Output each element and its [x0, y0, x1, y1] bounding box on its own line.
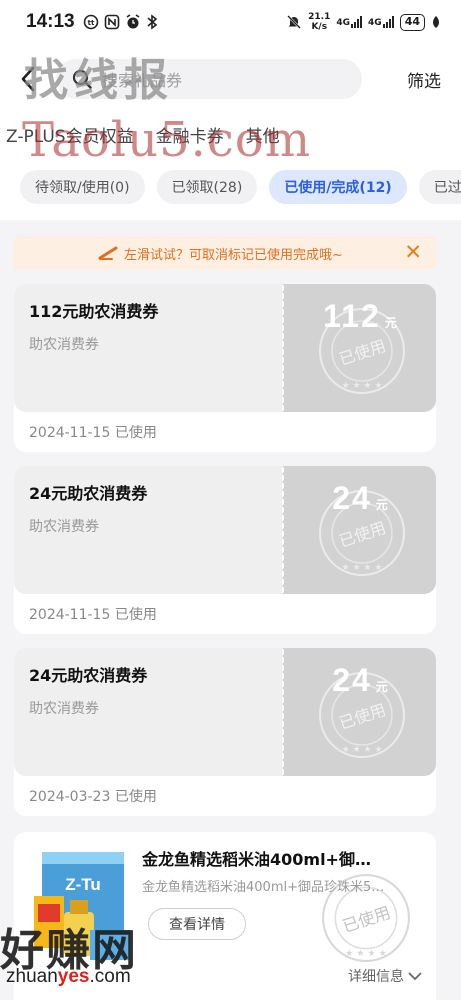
- chevron-left-icon: [21, 66, 35, 92]
- coupon-subtitle: 助农消费券: [29, 519, 99, 535]
- signal-1: 4G: [336, 16, 363, 28]
- category-tabs: Z-PLUS会员权益 金融卡券 其他: [0, 114, 461, 154]
- tab-finance-cards[interactable]: 金融卡券: [156, 122, 224, 147]
- svg-text:tt: tt: [87, 19, 94, 27]
- tab-other[interactable]: 其他: [246, 122, 280, 147]
- swipe-tip-banner: 左滑试试？可取消标记已使用完成哦~ ✕: [14, 236, 436, 270]
- search-input[interactable]: 搜索礼品券: [56, 59, 362, 99]
- coupon-subtitle: 助农消费券: [29, 701, 99, 717]
- coupon-date: 2024-11-15: [29, 607, 111, 623]
- status-right-icons: 21.1 K/s 4G 4G 44: [286, 12, 441, 32]
- top-header: 搜索礼品券 筛选: [0, 44, 461, 114]
- used-stamp-icon: 已使用 ★ ★ ★ ★: [319, 308, 405, 394]
- signal-bars-icon: [382, 16, 394, 28]
- coupon-footer: 2024-11-15 已使用: [29, 422, 157, 442]
- swipe-hint-icon: [98, 246, 118, 260]
- bluetooth-icon: [147, 14, 157, 30]
- coupon-card[interactable]: 112元助农消费券 助农消费券 112 元 已使用 ★ ★ ★ ★ 2024-11…: [14, 284, 436, 452]
- view-details-button[interactable]: 查看详情: [148, 908, 246, 940]
- stamp-text: 已使用: [337, 700, 389, 733]
- product-voucher-card[interactable]: Z-Tu 金龙鱼精选稻米油400ml+御… 金龙鱼精选稻米油400ml+御品珍珠…: [14, 832, 436, 1000]
- status-bar: 14:13 tt 21.1 K/s 4G 4G 44: [0, 0, 461, 44]
- coupon-status: 已使用: [114, 789, 157, 805]
- search-icon: [72, 69, 92, 89]
- stamp-text: 已使用: [340, 903, 393, 936]
- net-type-1: 4G: [336, 18, 351, 28]
- mute-bell-icon: [287, 15, 302, 29]
- tab-used-completed[interactable]: 已使用/完成(12): [269, 170, 407, 204]
- status-filter-tabs: 待领取/使用(0) 已领取(28) 已使用/完成(12) 已过: [0, 154, 461, 220]
- coupon-body: 24元助农消费券 助农消费券: [14, 466, 282, 594]
- notification-badge-icon: tt: [83, 14, 98, 30]
- coupon-title: 24元助农消费券: [29, 666, 148, 685]
- stamp-text: 已使用: [337, 518, 389, 551]
- detail-info-label: 详细信息: [348, 969, 404, 985]
- coupon-title: 112元助农消费券: [29, 302, 159, 321]
- product-title: 金龙鱼精选稻米油400ml+御…: [142, 850, 371, 869]
- status-time: 14:13: [26, 11, 75, 32]
- net-speed: 21.1 K/s: [308, 12, 330, 32]
- coupon-date: 2024-03-23: [29, 789, 111, 805]
- search-placeholder: 搜索礼品券: [102, 71, 183, 90]
- coupon-card[interactable]: 24元助农消费券 助农消费券 24 元 已使用 ★ ★ ★ ★ 2024-03-2…: [14, 648, 436, 816]
- coupon-perforation: [282, 648, 290, 776]
- coupon-footer: 2024-11-15 已使用: [29, 604, 157, 624]
- coupon-amount-panel: 24 元 已使用 ★ ★ ★ ★: [284, 466, 436, 594]
- coupon-footer: 2024-03-23 已使用: [29, 786, 157, 806]
- coupon-amount-panel: 24 元 已使用 ★ ★ ★ ★: [284, 648, 436, 776]
- filter-button[interactable]: 筛选: [407, 67, 441, 92]
- coupon-amount-panel: 112 元 已使用 ★ ★ ★ ★: [284, 284, 436, 412]
- coupon-subtitle: 助农消费券: [29, 337, 99, 353]
- net-speed-value: 21.1: [308, 12, 331, 22]
- battery-indicator: 44: [399, 13, 425, 31]
- tip-text: 左滑试试？可取消标记已使用完成哦~: [124, 247, 343, 263]
- coupon-title: 24元助农消费券: [29, 484, 148, 503]
- coupon-card[interactable]: 24元助农消费券 助农消费券 24 元 已使用 ★ ★ ★ ★ 2024-11-1…: [14, 466, 436, 634]
- svg-text:★ ★ ★ ★: ★ ★ ★ ★: [345, 948, 387, 959]
- chevron-down-icon: [408, 972, 422, 981]
- coupon-status: 已使用: [114, 607, 157, 623]
- net-type-2: 4G: [368, 18, 382, 28]
- tab-expired[interactable]: 已过: [418, 170, 461, 204]
- coupon-body: 24元助农消费券 助农消费券: [14, 648, 282, 776]
- coupon-status: 已使用: [114, 425, 157, 441]
- alarm-icon: [126, 14, 140, 29]
- product-box-brand: Z-Tu: [65, 875, 101, 894]
- coupon-body: 112元助农消费券 助农消费券: [14, 284, 282, 412]
- coupon-perforation: [282, 284, 290, 412]
- svg-text:★ ★ ★ ★: ★ ★ ★ ★: [342, 563, 383, 573]
- svg-text:★ ★ ★ ★: ★ ★ ★ ★: [342, 381, 383, 391]
- stamp-text: 已使用: [337, 336, 389, 369]
- svg-text:★ ★ ★ ★: ★ ★ ★ ★: [342, 745, 383, 755]
- tab-pending[interactable]: 待领取/使用(0): [20, 170, 145, 204]
- leaf-icon: [433, 16, 439, 28]
- status-left-icons: tt: [83, 14, 158, 30]
- signal-2: 4G: [368, 16, 394, 28]
- nfc-icon: [104, 14, 119, 30]
- used-stamp-icon: 已使用 ★ ★ ★ ★: [322, 874, 410, 962]
- detail-info-link[interactable]: 详细信息: [348, 966, 422, 986]
- back-button[interactable]: [0, 49, 56, 109]
- coupon-date: 2024-11-15: [29, 425, 111, 441]
- tab-zplus[interactable]: Z-PLUS会员权益: [6, 122, 134, 147]
- net-speed-unit: K/s: [311, 22, 328, 32]
- tab-received[interactable]: 已领取(28): [156, 170, 258, 204]
- close-icon[interactable]: ✕: [404, 240, 422, 264]
- product-image: Z-Tu: [34, 852, 130, 960]
- used-stamp-icon: 已使用 ★ ★ ★ ★: [319, 490, 405, 576]
- coupon-perforation: [282, 466, 290, 594]
- used-stamp-icon: 已使用 ★ ★ ★ ★: [319, 672, 405, 758]
- signal-bars-icon: [351, 16, 363, 28]
